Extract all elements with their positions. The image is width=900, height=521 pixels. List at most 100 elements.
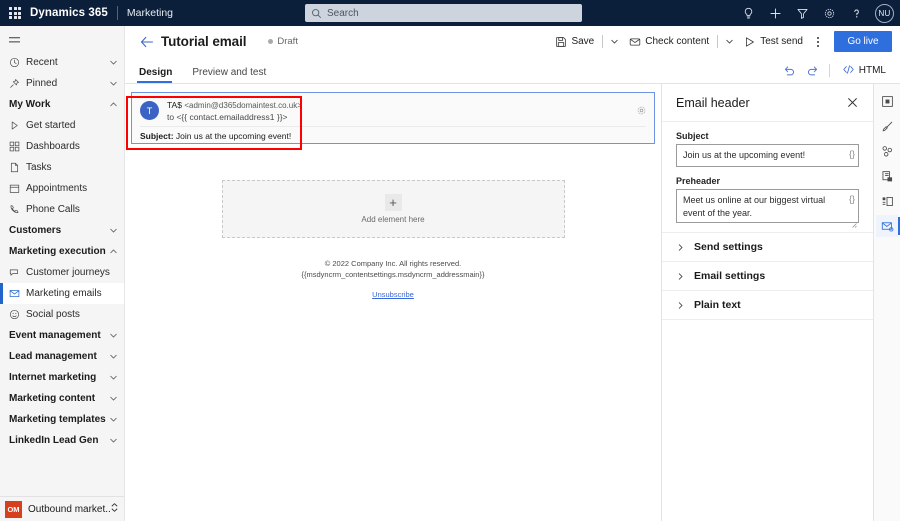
test-send-button[interactable]: Test send bbox=[739, 30, 808, 54]
section-email-settings[interactable]: Email settings bbox=[662, 262, 873, 292]
dynamics-365-marketing-email-editor: Dynamics 365 Marketing Search NU Recent … bbox=[0, 0, 900, 521]
plus-icon[interactable] bbox=[763, 1, 787, 25]
sidebar-group-marketing-templates[interactable]: Marketing templates bbox=[0, 409, 124, 430]
subject-token-button[interactable]: {} bbox=[845, 149, 855, 159]
unsubscribe-link[interactable]: Unsubscribe bbox=[372, 289, 414, 300]
tab-preview-and-test[interactable]: Preview and test bbox=[190, 67, 274, 83]
sender-line: TA$ <admin@d365domaintest.co.uk> bbox=[167, 100, 302, 112]
page-title: Tutorial email bbox=[161, 34, 247, 49]
lightbulb-icon[interactable] bbox=[736, 1, 760, 25]
clock-icon bbox=[9, 57, 26, 68]
blocks-icon[interactable] bbox=[876, 140, 898, 162]
chevron-down-icon bbox=[109, 415, 118, 424]
chevron-right-icon bbox=[676, 272, 694, 281]
more-commands-icon[interactable] bbox=[810, 30, 826, 54]
preheader-input[interactable]: Meet us online at our biggest virtual ev… bbox=[676, 189, 859, 228]
chevron-down-icon bbox=[109, 79, 118, 88]
sidebar-group-label: Internet marketing bbox=[9, 372, 97, 383]
element-icon[interactable] bbox=[876, 90, 898, 112]
add-element-dropzone[interactable]: + Add element here bbox=[221, 180, 565, 238]
chevron-down-icon bbox=[109, 58, 118, 67]
command-bar-actions: Save Check content Test send Go live bbox=[550, 30, 892, 54]
sidebar-item-appointments[interactable]: Appointments bbox=[0, 178, 124, 199]
sidebar-group-customers[interactable]: Customers bbox=[0, 220, 124, 241]
email-header-block[interactable]: T TA$ <admin@d365domaintest.co.uk> to <{… bbox=[131, 92, 655, 144]
sidebar-group-event-management[interactable]: Event management bbox=[0, 325, 124, 346]
block-settings-gear-icon[interactable] bbox=[636, 103, 647, 121]
email-header-from-row: T TA$ <admin@d365domaintest.co.uk> to <{… bbox=[132, 93, 654, 126]
user-avatar[interactable]: NU bbox=[875, 3, 894, 23]
html-button[interactable]: HTML bbox=[836, 61, 892, 80]
section-send-settings[interactable]: Send settings bbox=[662, 233, 873, 263]
footer-address-token: {{msdyncrm_contentsettings.msdyncrm_addr… bbox=[301, 270, 485, 280]
sidebar-item-marketing-emails[interactable]: Marketing emails bbox=[0, 283, 124, 304]
html-label: HTML bbox=[858, 65, 886, 76]
search-input[interactable]: Search bbox=[305, 4, 582, 22]
section-plain-text[interactable]: Plain text bbox=[662, 291, 873, 321]
sidebar-group-lead-management[interactable]: Lead management bbox=[0, 346, 124, 367]
recipient-line: to <{{ contact.emailaddress1 }}> bbox=[167, 111, 288, 122]
sidebar-item-phone-calls[interactable]: Phone Calls bbox=[0, 199, 124, 220]
add-element-plus-icon[interactable]: + bbox=[384, 194, 402, 211]
sidebar-item-social-posts[interactable]: Social posts bbox=[0, 304, 124, 325]
library-icon[interactable] bbox=[876, 165, 898, 187]
area-switcher-label: Outbound market... bbox=[28, 503, 110, 515]
undo-icon[interactable] bbox=[779, 61, 800, 80]
go-live-button[interactable]: Go live bbox=[834, 31, 892, 52]
email-header-icon[interactable] bbox=[876, 215, 900, 237]
save-button[interactable]: Save bbox=[550, 30, 599, 54]
preheader-input-value: Meet us online at our biggest virtual ev… bbox=[683, 195, 826, 219]
sidebar-item-tasks[interactable]: Tasks bbox=[0, 157, 124, 178]
main-content: Tutorial email Draft Save Check content … bbox=[125, 26, 900, 521]
task-icon bbox=[9, 162, 26, 173]
sidebar-group-internet-marketing[interactable]: Internet marketing bbox=[0, 367, 124, 388]
sidebar-item-label: Tasks bbox=[26, 162, 52, 173]
sidebar-group-my-work[interactable]: My Work bbox=[0, 94, 124, 115]
check-content-button[interactable]: Check content bbox=[624, 30, 714, 54]
send-icon bbox=[744, 36, 756, 48]
status-dot-icon bbox=[268, 39, 274, 44]
sidebar-group-marketing-content[interactable]: Marketing content bbox=[0, 388, 124, 409]
sidebar-collapse-icon[interactable] bbox=[0, 28, 124, 52]
section-label: Email settings bbox=[694, 270, 766, 283]
save-dropdown-chevron-down-icon[interactable] bbox=[606, 30, 622, 54]
sidebar-item-label: Customer journeys bbox=[26, 267, 110, 278]
close-icon[interactable] bbox=[843, 94, 861, 112]
email-footer: © 2022 Company Inc. All rights reserved.… bbox=[125, 258, 661, 305]
area-switcher[interactable]: OM Outbound market... bbox=[0, 496, 124, 521]
email-canvas[interactable]: T TA$ <admin@d365domaintest.co.uk> to <{… bbox=[125, 84, 662, 521]
left-sidebar: Recent Pinned My Work Get started Dashbo… bbox=[0, 26, 125, 521]
brand-title[interactable]: Dynamics 365 bbox=[30, 7, 117, 19]
sidebar-group-label: My Work bbox=[9, 99, 51, 110]
sidebar-item-get-started[interactable]: Get started bbox=[0, 115, 124, 136]
tab-design[interactable]: Design bbox=[137, 67, 180, 83]
add-element-label: Add element here bbox=[361, 215, 425, 224]
back-arrow-icon[interactable] bbox=[137, 32, 157, 52]
preheader-token-button[interactable]: {} bbox=[845, 194, 855, 204]
social-icon bbox=[9, 309, 26, 320]
filter-icon[interactable] bbox=[790, 1, 814, 25]
subject-text: Join us at the upcoming event! bbox=[175, 131, 292, 141]
subject-field-label: Subject bbox=[676, 131, 709, 141]
app-launcher-icon[interactable] bbox=[0, 7, 30, 19]
gear-icon[interactable] bbox=[817, 1, 841, 25]
sidebar-group-linkedin-lead-gen[interactable]: LinkedIn Lead Gen bbox=[0, 430, 124, 451]
sidebar-group-marketing-execution[interactable]: Marketing execution bbox=[0, 241, 124, 262]
sidebar-item-pinned[interactable]: Pinned bbox=[0, 73, 124, 94]
sidebar-item-customer-journeys[interactable]: Customer journeys bbox=[0, 262, 124, 283]
sidebar-item-dashboards[interactable]: Dashboards bbox=[0, 136, 124, 157]
sidebar-item-recent[interactable]: Recent bbox=[0, 52, 124, 73]
app-name-label[interactable]: Marketing bbox=[118, 7, 173, 19]
layout-icon[interactable] bbox=[876, 190, 898, 212]
brush-icon[interactable] bbox=[876, 115, 898, 137]
check-content-dropdown-chevron-down-icon[interactable] bbox=[721, 30, 737, 54]
redo-icon[interactable] bbox=[802, 61, 823, 80]
chevron-down-icon bbox=[109, 436, 118, 445]
chevron-down-icon bbox=[109, 331, 118, 340]
preheader-resize-handle[interactable] bbox=[851, 215, 857, 228]
help-icon[interactable] bbox=[844, 1, 868, 25]
pin-icon bbox=[9, 78, 26, 89]
subject-input[interactable]: Join us at the upcoming event! {} bbox=[676, 144, 859, 168]
save-label: Save bbox=[571, 36, 595, 47]
play-icon bbox=[9, 120, 26, 131]
